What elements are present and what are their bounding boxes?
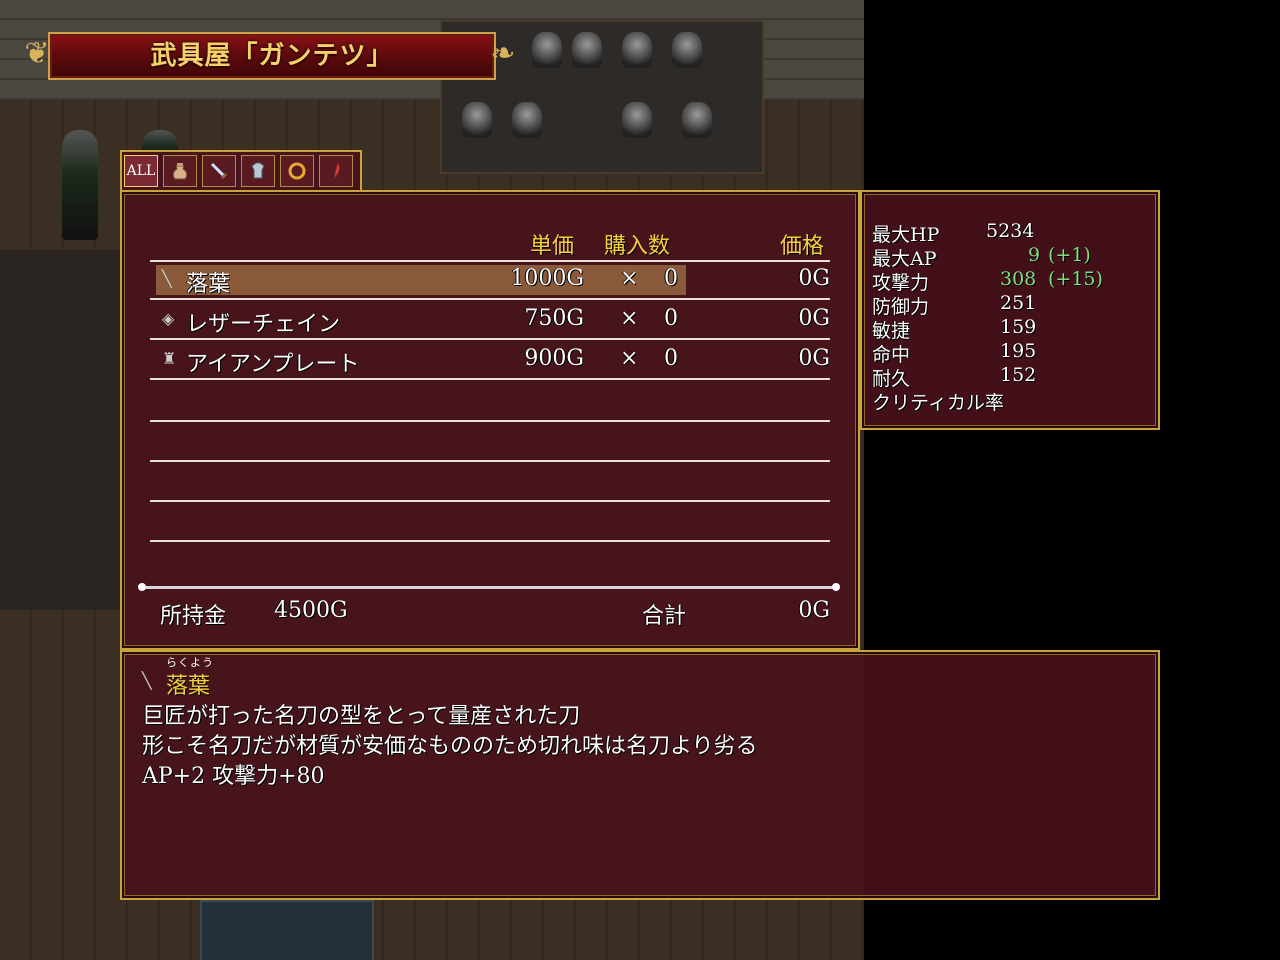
stat-label: 敏捷 (872, 320, 911, 342)
stat-value: 152 (1000, 364, 1037, 386)
armor-display-icon (622, 32, 652, 68)
stat-value: 5234 (986, 220, 1035, 242)
stat-bonus: (+15) (1048, 268, 1103, 290)
armor-display-icon (532, 32, 562, 68)
footer-divider (138, 583, 840, 591)
armor-display-icon (622, 102, 652, 138)
tab-accessories[interactable] (280, 155, 314, 187)
item-name: レザーチェイン (186, 312, 341, 337)
selection-highlight (156, 265, 686, 295)
stat-bonus: (+1) (1048, 244, 1091, 266)
fang-icon (333, 162, 341, 181)
item-total: 0G (798, 306, 830, 331)
row-divider (150, 298, 830, 300)
item-qty: 0 (664, 306, 678, 331)
list-item[interactable]: ♜ アイアンプレート 900G × 0 0G (150, 342, 830, 380)
shop-item-list-window: 単価 購入数 価格 ╲ 落葉 1000G × 0 0G ◈ レザーチェイン 75… (120, 190, 860, 650)
stat-label: 耐久 (872, 368, 911, 390)
armor-icon (251, 162, 265, 179)
money-value: 4500G (274, 598, 348, 623)
stat-label: 最大AP (872, 248, 937, 270)
sword-icon: ╲ (162, 269, 172, 288)
stat-value: 195 (1000, 340, 1037, 362)
stat-label: 防御力 (872, 296, 930, 318)
list-item[interactable]: ╲ 落葉 1000G × 0 0G (150, 262, 830, 300)
armor-display-icon (512, 102, 542, 138)
character-stats-window: 最大HP 5234 最大AP 9 (+1) 攻撃力 308 (+15) 防御力 … (860, 190, 1160, 430)
armor-display-icon (672, 32, 702, 68)
item-description-window: ╲ らくよう 落葉 巨匠が打った名刀の型をとって量産された刀 形こそ名刀だが材質… (120, 650, 1160, 900)
tab-armor[interactable] (241, 155, 275, 187)
item-unit-price: 900G (524, 346, 584, 371)
stat-label: 命中 (872, 344, 911, 366)
money-label: 所持金 (160, 604, 227, 629)
item-name: 落葉 (186, 272, 231, 297)
sword-icon: ╲ (142, 671, 152, 690)
stat-value: 159 (1000, 316, 1037, 338)
sum-value: 0G (798, 598, 830, 623)
list-item[interactable]: ◈ レザーチェイン 750G × 0 0G (150, 302, 830, 340)
description-line: AP+2 攻撃力+80 (142, 764, 325, 789)
tab-all-label: ALL (126, 163, 156, 179)
description-line: 巨匠が打った名刀の型をとって量産された刀 (142, 704, 581, 729)
stat-label: 最大HP (872, 224, 940, 246)
tab-materials[interactable] (319, 155, 353, 187)
stat-value: 251 (1000, 292, 1037, 314)
floor-shadow (0, 250, 120, 610)
flourish-right-icon: ❧ (490, 36, 516, 71)
times-sign: × (620, 346, 639, 371)
sword-icon (210, 162, 228, 180)
bag-icon (172, 163, 188, 180)
armor-display-icon (462, 102, 492, 138)
tab-all[interactable]: ALL (124, 155, 158, 187)
sum-label: 合計 (642, 604, 687, 629)
header-purchase-qty: 購入数 (604, 234, 671, 259)
empty-row-divider (150, 460, 830, 462)
leather-armor-icon: ◈ (162, 309, 175, 328)
times-sign: × (620, 266, 639, 291)
tab-weapons[interactable] (202, 155, 236, 187)
item-qty: 0 (664, 346, 678, 371)
times-sign: × (620, 306, 639, 331)
item-total: 0G (798, 266, 830, 291)
crate-background (200, 900, 374, 960)
shop-title-banner: ❦ 武具屋「ガンテツ」 ❧ (22, 30, 518, 82)
plate-armor-icon: ♜ (162, 349, 177, 368)
row-divider (150, 378, 830, 380)
description-line: 形こそ名刀だが材質が安価なもののため切れ味は名刀より劣る (142, 734, 758, 759)
empty-row-divider (150, 500, 830, 502)
stat-value: 308 (1000, 268, 1037, 290)
empty-row-divider (150, 420, 830, 422)
category-tabs: ALL (120, 150, 362, 192)
item-name: 落葉 (166, 674, 211, 699)
mannequin-figure (62, 130, 98, 240)
stat-label: 攻撃力 (872, 272, 930, 294)
header-unit-price: 単価 (530, 234, 575, 259)
item-qty: 0 (664, 266, 678, 291)
item-total: 0G (798, 346, 830, 371)
header-price: 価格 (780, 234, 825, 259)
stat-value: 9 (1028, 244, 1041, 266)
ring-icon (288, 162, 306, 180)
empty-row-divider (150, 540, 830, 542)
armor-display-icon (572, 32, 602, 68)
item-name: アイアンプレート (186, 352, 360, 377)
banner-body: 武具屋「ガンテツ」 (48, 32, 496, 80)
row-divider (150, 338, 830, 340)
item-unit-price: 1000G (510, 266, 584, 291)
armor-display-icon (682, 102, 712, 138)
item-unit-price: 750G (524, 306, 584, 331)
tab-items[interactable] (163, 155, 197, 187)
shop-title: 武具屋「ガンテツ」 (150, 41, 394, 71)
stat-label: クリティカル率 (872, 392, 1004, 414)
